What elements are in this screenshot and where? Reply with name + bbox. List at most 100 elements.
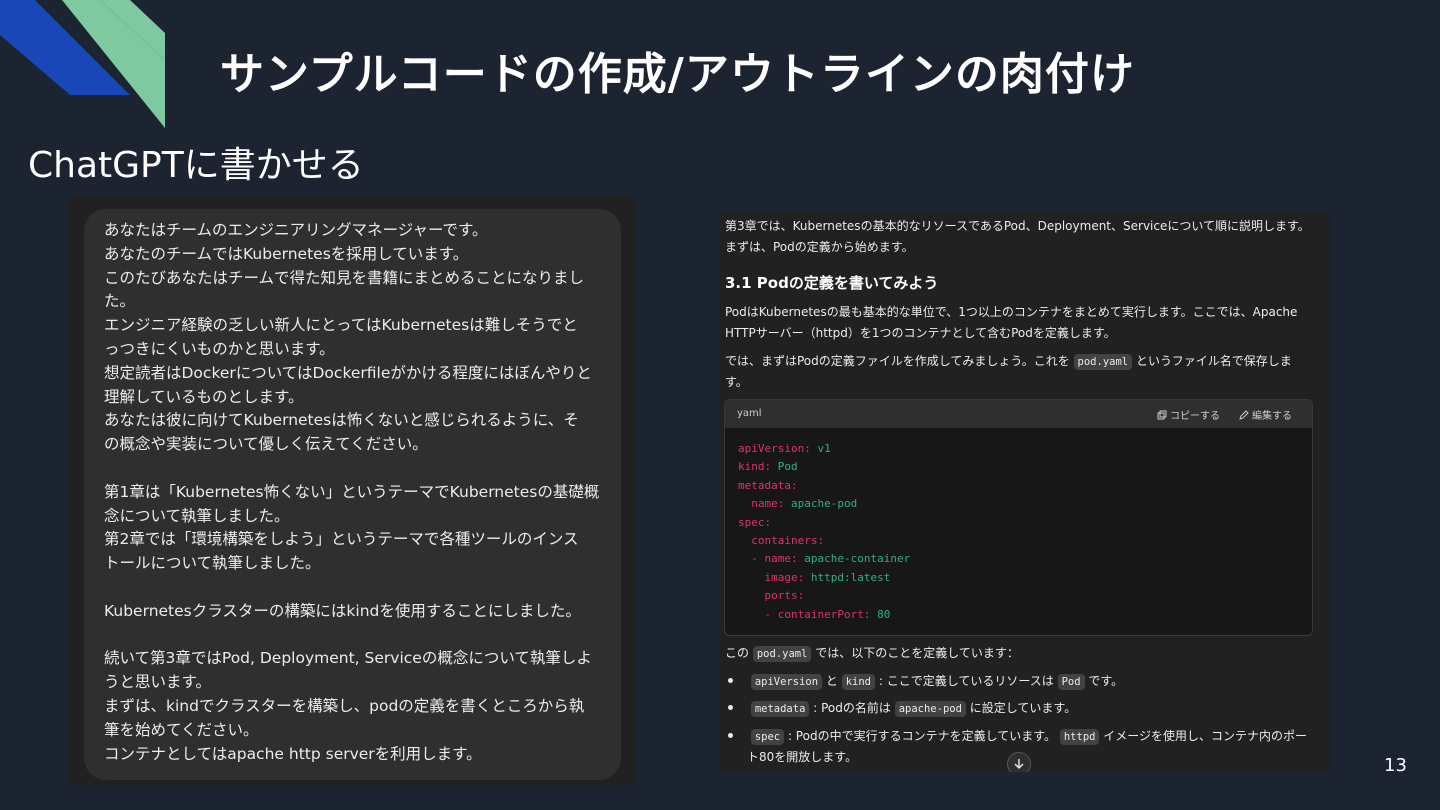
bullet1-text: : ここで定義しているリソースは bbox=[878, 674, 1054, 688]
inline-code-metadata: metadata bbox=[750, 701, 810, 717]
inline-code-apiversion: apiVersion bbox=[750, 674, 823, 690]
response-screenshot: 第3章では、Kubernetesの基本的なリソースであるPod、Deployme… bbox=[720, 212, 1330, 772]
prompt-line: 想定読者はDockerについてはDockerfileがかける程度にはぼんやりと bbox=[104, 363, 592, 382]
prompt-line: の概念や実装について優しく伝えてください。 bbox=[104, 435, 428, 454]
prompt-line: 第2章では「環境構築をしよう」というテーマで各種ツールのインス bbox=[104, 530, 579, 549]
prompt-line: まずは、kindでクラスターを構築し、podの定義を書くところから執 bbox=[104, 696, 585, 715]
para1-line-2: HTTPサーバー（httpd）を1つのコンテナとして含むPodを定義します。 bbox=[725, 326, 1116, 340]
edit-code-label: 編集する bbox=[1252, 411, 1292, 422]
inline-code-spec: spec bbox=[750, 729, 785, 745]
prompt-line: 続いて第3章ではPod, Deployment, Serviceの概念について執… bbox=[104, 649, 592, 668]
copy-code-button[interactable]: コピーする bbox=[1157, 407, 1220, 422]
code-key: - containerPort: bbox=[764, 607, 871, 621]
code-key: image: bbox=[764, 570, 805, 584]
copy-code-label: コピーする bbox=[1170, 411, 1220, 422]
code-line: - name: apache-container bbox=[738, 550, 1312, 568]
inline-code-httpd: httpd bbox=[1059, 729, 1100, 745]
response-intro-line-2: まずは、Podの定義から始めます。 bbox=[725, 240, 914, 254]
bullet-item-1: apiVersion と kind : ここで定義しているリソースは Pod で… bbox=[728, 671, 1123, 691]
after-code-pre: この bbox=[725, 646, 750, 660]
code-line: apiVersion: v1 bbox=[738, 440, 1312, 458]
user-prompt-bubble: あなたはチームのエンジニアリングマネージャーです。 あなたのチームではKubern… bbox=[84, 209, 621, 780]
prompt-line: コンテナとしてはapache http serverを利用します。 bbox=[104, 744, 482, 763]
code-value: apache-pod bbox=[784, 497, 858, 511]
prompt-line: 念について執筆しました。 bbox=[104, 506, 290, 525]
code-key: containers: bbox=[751, 533, 825, 547]
para2-post: というファイル名で保存しま bbox=[1135, 354, 1292, 368]
bullet-item-2: metadata : Podの名前は apache-pod に設定しています。 bbox=[728, 698, 1076, 718]
copy-icon bbox=[1157, 410, 1167, 419]
code-line: spec: bbox=[738, 514, 1312, 532]
prompt-line: うと思います。 bbox=[104, 673, 211, 692]
edit-code-button[interactable]: 編集する bbox=[1239, 407, 1292, 422]
inline-code-apache-pod: apache-pod bbox=[894, 701, 966, 717]
code-language-label: yaml bbox=[737, 408, 762, 419]
pencil-icon bbox=[1239, 409, 1249, 420]
code-key: apiVersion: bbox=[738, 442, 811, 455]
prompt-line bbox=[104, 624, 605, 648]
bullet-item-3-line-2: ト80を開放します。 bbox=[747, 750, 858, 764]
response-intro-line-1: 第3章では、Kubernetesの基本的なリソースであるPod、Deployme… bbox=[725, 219, 1310, 233]
prompt-line: Kubernetesクラスターの構築にはkindを使用することにしました。 bbox=[104, 601, 581, 620]
code-key: spec: bbox=[738, 515, 772, 529]
prompt-line: っつきにくいものかと思います。 bbox=[104, 339, 335, 358]
code-key: metadata: bbox=[738, 478, 798, 492]
para2-line-2: す。 bbox=[725, 375, 748, 389]
prompt-line: あなたのチームではKubernetesを採用しています。 bbox=[104, 244, 469, 263]
prompt-line bbox=[104, 457, 605, 481]
code-line: ports: bbox=[738, 587, 1312, 605]
prompt-screenshot: あなたはチームのエンジニアリングマネージャーです。 あなたのチームではKubern… bbox=[68, 195, 636, 786]
code-key: ports: bbox=[764, 589, 805, 603]
scroll-down-button[interactable] bbox=[1007, 752, 1031, 772]
after-code-line: この pod.yaml では、以下のことを定義しています： bbox=[725, 643, 1019, 663]
code-key: name: bbox=[751, 497, 785, 511]
para2-pre: では、まずはPodの定義ファイルを作成してみましょう。これを bbox=[725, 354, 1070, 368]
bullet-item-3: spec : Podの中で実行するコンテナを定義しています。 httpd イメー… bbox=[728, 726, 1307, 746]
code-line: containers: bbox=[738, 532, 1312, 550]
inline-code-kind: kind bbox=[841, 674, 876, 690]
bullet3-text: : Podの中で実行するコンテナを定義しています。 bbox=[787, 729, 1057, 743]
prompt-line: エンジニア経験の乏しい新人にとってはKubernetesは難しそうでと bbox=[104, 316, 578, 335]
code-line: - containerPort: 80 bbox=[738, 606, 1312, 624]
para1-line-1: PodはKubernetesの最も基本的な単位で、1つ以上のコンテナをまとめて実… bbox=[725, 305, 1298, 319]
code-value: httpd:latest bbox=[804, 570, 891, 584]
page-number: 13 bbox=[1384, 755, 1407, 776]
bullet-dot bbox=[728, 733, 733, 738]
prompt-line: 理解しているものとします。 bbox=[104, 387, 304, 406]
code-value: apache-container bbox=[797, 552, 911, 566]
slide-title: サンプルコードの作成/アウトラインの肉付け bbox=[220, 49, 1135, 100]
prompt-line bbox=[104, 576, 605, 600]
code-block-header: yaml コピーする 編集する bbox=[725, 400, 1312, 428]
arrow-down-icon bbox=[1014, 759, 1024, 769]
prompt-line: 第1章は「Kubernetes怖くない」というテーマでKubernetesの基礎… bbox=[104, 482, 600, 501]
prompt-line: トールについて執筆しました。 bbox=[104, 554, 321, 573]
bullet1-end: です。 bbox=[1088, 674, 1124, 688]
code-line: image: httpd:latest bbox=[738, 569, 1312, 587]
bullet-dot bbox=[728, 678, 733, 683]
code-key: kind: bbox=[738, 460, 772, 474]
para2-line-1: では、まずはPodの定義ファイルを作成してみましょう。これを pod.yaml … bbox=[725, 351, 1292, 371]
bullet1-mid: と bbox=[825, 674, 838, 688]
bullet3-end: イメージを使用し、コンテナ内のポー bbox=[1103, 729, 1308, 743]
after-code-post: では、以下のことを定義しています： bbox=[815, 646, 1019, 660]
code-line: name: apache-pod bbox=[738, 495, 1312, 513]
code-line: kind: Pod bbox=[738, 458, 1312, 476]
code-value: 80 bbox=[870, 607, 891, 621]
inline-code-pod: Pod bbox=[1057, 674, 1085, 690]
slide-subtitle: ChatGPTに書かせる bbox=[28, 145, 364, 186]
code-block: yaml コピーする 編集する apiVersion: v1 kind: Pod m… bbox=[724, 399, 1313, 636]
prompt-line: た。 bbox=[104, 292, 136, 311]
prompt-line: 筆を始めてください。 bbox=[104, 720, 259, 739]
code-value: v1 bbox=[810, 442, 831, 455]
inline-code-pod-yaml-2: pod.yaml bbox=[752, 646, 812, 662]
code-line: metadata: bbox=[738, 477, 1312, 495]
code-key: - name: bbox=[751, 552, 798, 566]
bullet2-text: : Podの名前は bbox=[813, 701, 891, 715]
corner-decoration bbox=[0, 0, 165, 128]
